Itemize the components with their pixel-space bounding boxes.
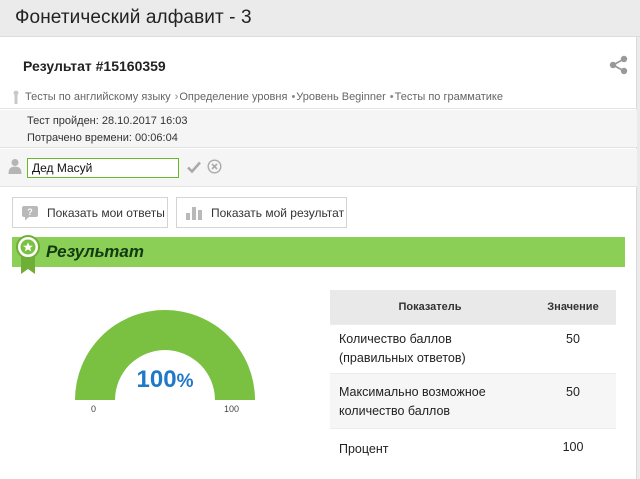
- table-row: Максимально возможное количество баллов …: [330, 373, 616, 428]
- name-bar: [0, 149, 637, 187]
- time-spent: Потрачено времени: 00:06:04: [27, 132, 178, 144]
- show-answers-label: Показать мои ответы: [47, 205, 165, 220]
- table-row: Количество баллов (правильных ответов) 5…: [330, 324, 616, 373]
- row-label: Количество баллов (правильных ответов): [339, 332, 466, 365]
- svg-text:?: ?: [27, 207, 33, 217]
- row-value: 50: [566, 385, 580, 399]
- table-header: Показатель Значение: [330, 290, 616, 324]
- show-answers-button[interactable]: ? Показать мои ответы: [12, 197, 168, 228]
- share-icon[interactable]: [609, 55, 629, 75]
- bar-chart-icon: [186, 206, 202, 220]
- column-header-indicator: Показатель: [398, 301, 462, 313]
- row-label: Максимально возможное количество баллов: [339, 385, 486, 418]
- test-passed-date: Тест пройден: 28.10.2017 16:03: [27, 115, 188, 127]
- chevron-right-icon: ›: [174, 91, 179, 103]
- show-result-button[interactable]: Показать мой результат: [176, 197, 347, 228]
- section-header: Результат: [12, 237, 625, 267]
- gauge-percent: 100%: [70, 366, 260, 394]
- test-meta: Тест пройден: 28.10.2017 16:03 Потрачено…: [0, 110, 637, 148]
- column-header-value: Значение: [547, 301, 599, 313]
- user-icon: [8, 159, 22, 174]
- breadcrumb-item-grammar[interactable]: Тесты по грамматике: [395, 91, 503, 103]
- title-bar: Фонетический алфавит - 3: [0, 0, 640, 37]
- breadcrumb-item-english-tests[interactable]: Тесты по английскому языку: [25, 91, 171, 103]
- checkmark-icon[interactable]: [186, 159, 202, 175]
- bullet-separator: •: [389, 91, 394, 103]
- score-gauge: 100% 0 100: [70, 305, 260, 420]
- breadcrumb-item-level[interactable]: Определение уровня: [179, 91, 287, 103]
- gauge-value: 100: [136, 366, 177, 393]
- breadcrumb-item-beginner[interactable]: Уровень Beginner: [296, 91, 385, 103]
- row-label: Процент: [339, 442, 389, 456]
- result-title: Результат #15160359: [23, 58, 166, 74]
- result-card: Результат #15160359 Тесты по английскому…: [0, 37, 637, 479]
- award-badge-icon: [16, 235, 40, 274]
- show-result-label: Показать мой результат: [211, 205, 345, 220]
- row-value: 50: [566, 332, 580, 346]
- table-row: Процент 100: [330, 428, 616, 468]
- window-title: Фонетический алфавит - 3: [15, 7, 252, 28]
- section-title: Результат: [46, 242, 144, 261]
- pin-icon: [13, 90, 19, 104]
- gauge-min-label: 0: [91, 404, 97, 414]
- breadcrumb: Тесты по английскому языку ›Определение у…: [0, 87, 637, 109]
- results-table: Показатель Значение Количество баллов (п…: [330, 290, 616, 468]
- gauge-unit: %: [176, 371, 194, 392]
- bullet-separator: •: [291, 91, 296, 103]
- question-bubble-icon: ?: [22, 205, 38, 220]
- gauge-max-label: 100: [224, 404, 240, 414]
- name-input[interactable]: [27, 158, 179, 178]
- close-circle-icon[interactable]: [207, 159, 222, 174]
- row-value: 100: [562, 440, 584, 454]
